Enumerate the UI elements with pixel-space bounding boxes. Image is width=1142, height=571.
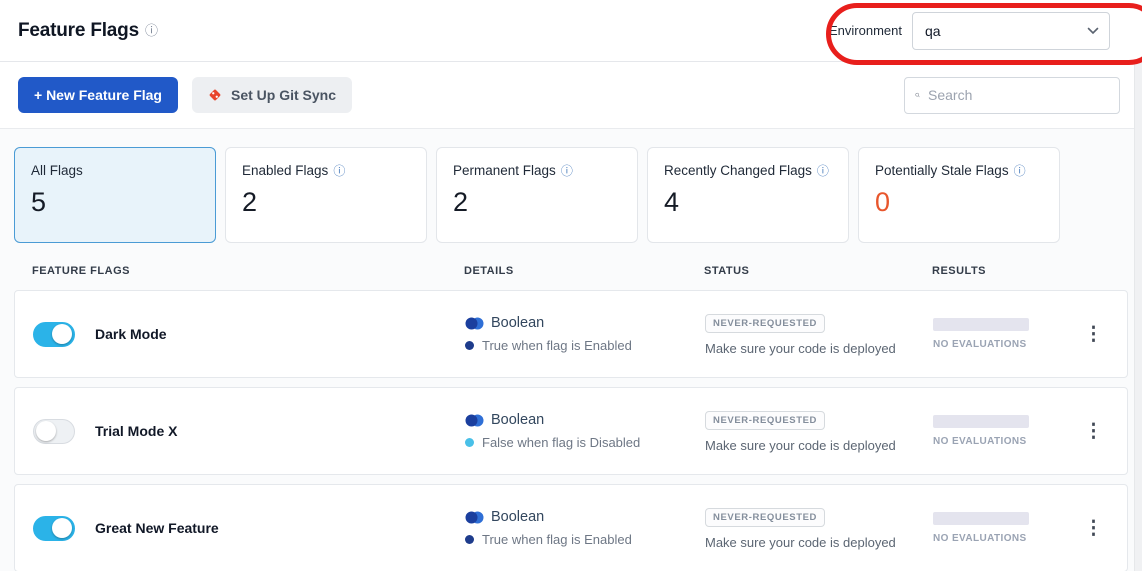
chevron-down-icon <box>1087 27 1099 35</box>
stat-card-enabled-flags[interactable]: Enabled Flags ⓘ 2 <box>225 147 427 243</box>
info-icon[interactable]: ⓘ <box>333 165 345 177</box>
stat-label: All Flags <box>31 163 83 178</box>
stat-value: 2 <box>242 187 410 218</box>
status-badge: NEVER-REQUESTED <box>705 508 825 527</box>
info-icon[interactable]: ⓘ <box>817 165 829 177</box>
table-header: FEATURE FLAGS DETAILS STATUS RESULTS <box>14 243 1128 290</box>
default-value-text: True when flag is Enabled <box>482 532 632 547</box>
title-wrap: Feature Flags ⓘ <box>18 20 158 42</box>
table-row: Great New Feature Boolean True when flag… <box>14 484 1128 571</box>
boolean-type-icon <box>465 511 484 524</box>
results-label: NO EVALUATIONS <box>933 339 1029 350</box>
column-header-results: RESULTS <box>932 265 1112 277</box>
default-value-dot <box>465 341 474 350</box>
stat-label: Permanent Flags <box>453 163 556 178</box>
git-icon <box>208 88 222 102</box>
status-text: Make sure your code is deployed <box>705 438 933 453</box>
flag-toggle[interactable] <box>33 419 75 444</box>
kebab-menu-icon[interactable]: ⋮ <box>1076 517 1111 540</box>
status-badge: NEVER-REQUESTED <box>705 314 825 333</box>
flag-toggle[interactable] <box>33 322 75 347</box>
column-header-status: STATUS <box>704 265 932 277</box>
stat-label: Enabled Flags <box>242 163 328 178</box>
toggle-knob <box>52 324 72 344</box>
info-icon[interactable]: ⓘ <box>145 24 158 37</box>
environment-value: qa <box>925 23 941 39</box>
environment-picker: Environment qa <box>829 12 1110 50</box>
search-input[interactable] <box>928 87 1109 103</box>
default-value-text: False when flag is Disabled <box>482 435 640 450</box>
flag-name[interactable]: Trial Mode X <box>95 423 177 439</box>
toggle-knob <box>36 421 56 441</box>
new-feature-flag-label: + New Feature Flag <box>34 87 162 103</box>
default-value-text: True when flag is Enabled <box>482 338 632 353</box>
info-icon[interactable]: ⓘ <box>1014 165 1026 177</box>
new-feature-flag-button[interactable]: + New Feature Flag <box>18 77 178 113</box>
flag-type-label: Boolean <box>491 509 544 525</box>
default-value-dot <box>465 535 474 544</box>
table-row: Dark Mode Boolean True when flag is Enab… <box>14 290 1128 378</box>
flag-type-label: Boolean <box>491 315 544 331</box>
status-text: Make sure your code is deployed <box>705 341 933 356</box>
flag-name[interactable]: Dark Mode <box>95 326 167 342</box>
toolbar: + New Feature Flag Set Up Git Sync <box>0 62 1142 129</box>
stat-label: Potentially Stale Flags <box>875 163 1009 178</box>
flag-toggle[interactable] <box>33 516 75 541</box>
status-text: Make sure your code is deployed <box>705 535 933 550</box>
info-icon[interactable]: ⓘ <box>561 165 573 177</box>
boolean-type-icon <box>465 317 484 330</box>
search-icon <box>915 88 920 102</box>
status-badge: NEVER-REQUESTED <box>705 411 825 430</box>
git-sync-button[interactable]: Set Up Git Sync <box>192 77 352 113</box>
results-bar <box>933 512 1029 525</box>
results-bar <box>933 318 1029 331</box>
stat-value: 4 <box>664 187 832 218</box>
stat-card-potentially-stale-flags[interactable]: Potentially Stale Flags ⓘ 0 <box>858 147 1060 243</box>
stat-label: Recently Changed Flags <box>664 163 812 178</box>
stat-value: 2 <box>453 187 621 218</box>
stat-card-permanent-flags[interactable]: Permanent Flags ⓘ 2 <box>436 147 638 243</box>
flag-type-label: Boolean <box>491 412 544 428</box>
header: Feature Flags ⓘ Environment qa <box>0 0 1142 62</box>
toggle-knob <box>52 518 72 538</box>
main-content: All Flagsⓘ 5 Enabled Flagsⓘ 2 Permanent … <box>0 129 1142 571</box>
results-bar <box>933 415 1029 428</box>
kebab-menu-icon[interactable]: ⋮ <box>1076 420 1111 443</box>
stat-card-all-flags[interactable]: All Flagsⓘ 5 <box>14 147 216 243</box>
kebab-menu-icon[interactable]: ⋮ <box>1076 323 1111 346</box>
default-value-dot <box>465 438 474 447</box>
stat-card-recently-changed-flags[interactable]: Recently Changed Flags ⓘ 4 <box>647 147 849 243</box>
git-sync-label: Set Up Git Sync <box>231 87 336 103</box>
search-box[interactable] <box>904 77 1120 114</box>
environment-label: Environment <box>829 23 902 38</box>
column-header-details: DETAILS <box>464 265 704 277</box>
stat-value: 0 <box>875 187 1043 218</box>
table-row: Trial Mode X Boolean False when flag is … <box>14 387 1128 475</box>
page-title: Feature Flags <box>18 20 139 42</box>
column-header-feature-flags: FEATURE FLAGS <box>32 265 464 277</box>
flag-name[interactable]: Great New Feature <box>95 520 219 536</box>
scrollbar[interactable] <box>1134 62 1142 571</box>
stat-value: 5 <box>31 187 199 218</box>
results-label: NO EVALUATIONS <box>933 436 1029 447</box>
boolean-type-icon <box>465 414 484 427</box>
stat-cards: All Flagsⓘ 5 Enabled Flagsⓘ 2 Permanent … <box>14 147 1128 243</box>
results-label: NO EVALUATIONS <box>933 533 1029 544</box>
environment-select[interactable]: qa <box>912 12 1110 50</box>
